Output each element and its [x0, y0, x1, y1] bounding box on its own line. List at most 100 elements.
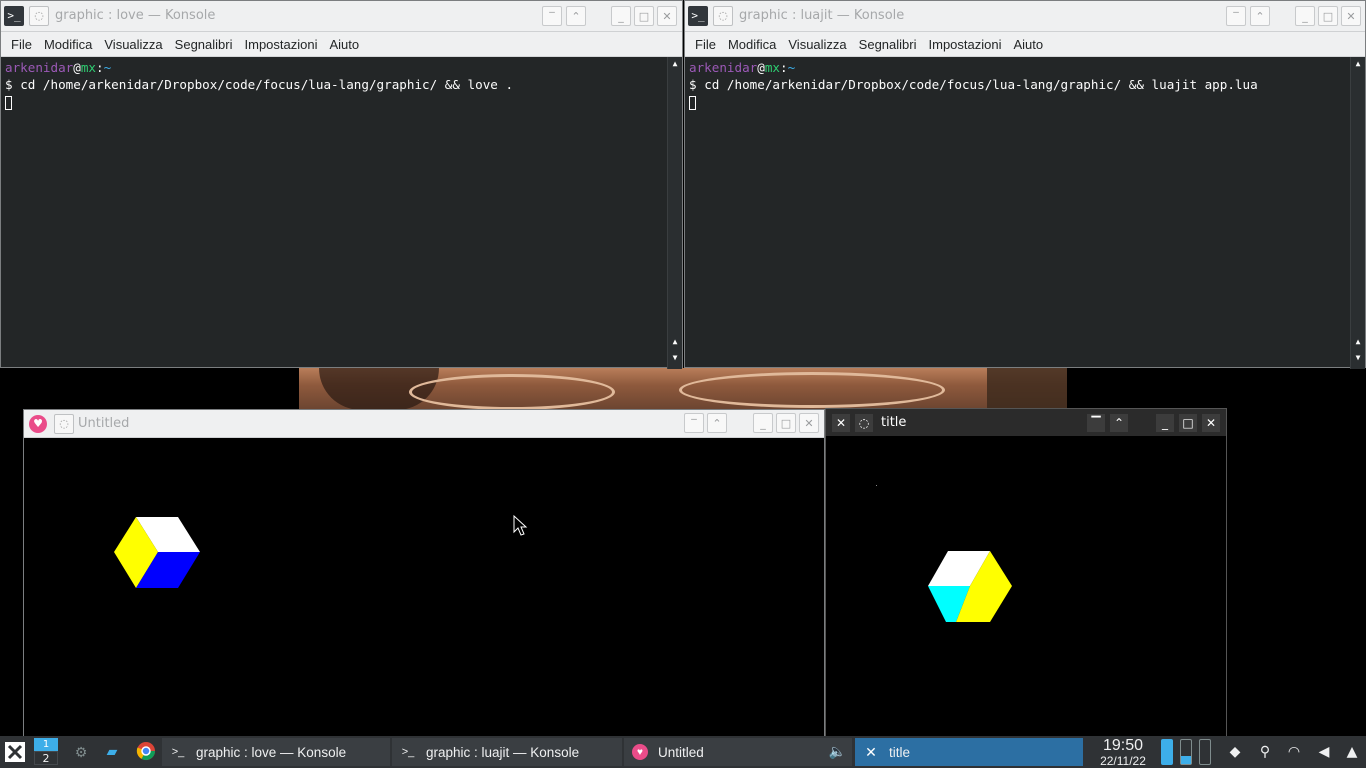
menu-bar: File Modifica Visualizza Segnalibri Impo…	[1, 32, 682, 57]
x-icon[interactable]: ✕	[832, 414, 850, 432]
menu-file[interactable]: File	[689, 37, 722, 52]
scroll-up-icon[interactable]: ▲	[670, 59, 680, 69]
terminal-icon[interactable]: >_	[688, 6, 708, 26]
maximize-button[interactable]: □	[776, 413, 796, 433]
maximize-button[interactable]: □	[1318, 6, 1338, 26]
konsole-window-love[interactable]: >_ ◌ graphic : love — Konsole ‾ ⌃ _ □ ✕ …	[0, 0, 683, 369]
command-line: $ cd /home/arkenidar/Dropbox/code/focus/…	[5, 77, 514, 92]
app-launcher-button[interactable]	[4, 738, 28, 766]
keep-below-button[interactable]: ⌃	[707, 413, 727, 433]
desktop-wallpaper	[299, 368, 1067, 410]
rotating-cube	[114, 517, 200, 588]
konsole-window-luajit[interactable]: >_ ◌ graphic : luajit — Konsole ‾ ⌃ _ □ …	[684, 0, 1366, 369]
window-title: graphic : luajit — Konsole	[739, 8, 905, 23]
love-heart-icon: ♥	[632, 744, 648, 760]
close-button[interactable]: ✕	[657, 6, 677, 26]
menu-segnalibri[interactable]: Segnalibri	[169, 37, 239, 52]
close-button[interactable]: ✕	[1202, 414, 1220, 432]
keep-below-button[interactable]: ⌃	[1110, 414, 1128, 432]
digital-clock[interactable]: 19:50 22/11/22	[1090, 737, 1156, 768]
x-launcher-icon[interactable]	[4, 741, 26, 763]
volume-icon[interactable]: ◀	[1315, 742, 1333, 762]
menu-aiuto[interactable]: Aiuto	[323, 37, 365, 52]
scrollbar[interactable]: ▲ ▲ ▼	[667, 57, 682, 369]
settings-gear-icon[interactable]: ⚙	[72, 743, 90, 763]
keep-above-icon[interactable]: ◌	[54, 414, 74, 434]
location-pin-icon[interactable]: ⚲	[1256, 742, 1274, 762]
rotating-cube	[928, 551, 1012, 622]
scroll-up-icon[interactable]: ▲	[1353, 59, 1363, 69]
task-konsole-luajit[interactable]: >_ graphic : luajit — Konsole	[392, 738, 622, 766]
text-cursor	[5, 95, 12, 110]
minimize-button[interactable]: _	[753, 413, 773, 433]
expand-tray-icon[interactable]: ▲	[1343, 742, 1361, 762]
text-cursor	[689, 95, 696, 110]
scroll-up-icon[interactable]: ▲	[670, 337, 680, 347]
shade-button[interactable]: ▔	[1087, 414, 1105, 432]
wifi-icon[interactable]: ◠	[1285, 742, 1303, 762]
keep-above-icon[interactable]: ◌	[29, 6, 49, 26]
clock-time: 19:50	[1102, 737, 1144, 754]
task-konsole-love[interactable]: >_ graphic : love — Konsole	[162, 738, 390, 766]
menu-visualizza[interactable]: Visualizza	[98, 37, 168, 52]
title-bar[interactable]: >_ ◌ graphic : luajit — Konsole ‾ ⌃ _ □ …	[685, 1, 1365, 32]
shade-button[interactable]: ‾	[542, 6, 562, 26]
file-manager-icon[interactable]: ▰	[103, 742, 121, 762]
scroll-down-icon[interactable]: ▼	[670, 353, 680, 363]
menu-file[interactable]: File	[5, 37, 38, 52]
menu-visualizza[interactable]: Visualizza	[782, 37, 852, 52]
taskbar: 1 2 ⚙ ▰ >_ graphic : love — Konsole >_ g…	[0, 736, 1366, 768]
pixel-dot	[876, 485, 877, 486]
minimize-button[interactable]: _	[1156, 414, 1174, 432]
terminal-area[interactable]: arkenidar@mx:~ $ cd /home/arkenidar/Drop…	[1, 57, 682, 369]
terminal-area[interactable]: arkenidar@mx:~ $ cd /home/arkenidar/Drop…	[685, 57, 1365, 369]
title-bar[interactable]: >_ ◌ graphic : love — Konsole ‾ ⌃ _ □ ✕	[1, 1, 682, 32]
love-heart-icon[interactable]: ♥	[29, 415, 47, 433]
menu-impostazioni[interactable]: Impostazioni	[239, 37, 324, 52]
title-bar[interactable]: ♥ ◌ Untitled ‾ ⌃ _ □ ✕	[24, 410, 824, 438]
window-title: title	[881, 415, 907, 430]
speaker-icon[interactable]: 🔈	[829, 743, 846, 760]
swap-monitor[interactable]	[1199, 739, 1211, 765]
scroll-down-icon[interactable]: ▼	[1353, 353, 1363, 363]
menu-segnalibri[interactable]: Segnalibri	[853, 37, 923, 52]
mouse-pointer-icon	[513, 514, 528, 536]
sdl-window[interactable]: ✕ ◌ title ▔ ⌃ _ □ ✕	[825, 408, 1227, 738]
menu-modifica[interactable]: Modifica	[38, 37, 98, 52]
keep-above-icon[interactable]: ◌	[855, 414, 873, 432]
close-button[interactable]: ✕	[1341, 6, 1361, 26]
keep-above-icon[interactable]: ◌	[713, 6, 733, 26]
command-line: $ cd /home/arkenidar/Dropbox/code/focus/…	[689, 77, 1258, 92]
task-title[interactable]: ✕ title	[855, 738, 1083, 766]
window-title: Untitled	[78, 416, 130, 431]
menu-modifica[interactable]: Modifica	[722, 37, 782, 52]
task-untitled[interactable]: ♥ Untitled 🔈	[624, 738, 852, 766]
x-icon: ✕	[865, 743, 877, 760]
shade-button[interactable]: ‾	[684, 413, 704, 433]
pager-desktop-1[interactable]: 1	[34, 738, 58, 751]
maximize-button[interactable]: □	[634, 6, 654, 26]
chrome-browser-icon[interactable]	[136, 741, 155, 761]
cpu-monitor[interactable]	[1161, 739, 1173, 765]
title-bar[interactable]: ✕ ◌ title ▔ ⌃ _ □ ✕	[826, 409, 1226, 436]
menu-impostazioni[interactable]: Impostazioni	[923, 37, 1008, 52]
window-title: graphic : love — Konsole	[55, 8, 216, 23]
close-button[interactable]: ✕	[799, 413, 819, 433]
terminal-icon[interactable]: >_	[4, 6, 24, 26]
keep-below-button[interactable]: ⌃	[566, 6, 586, 26]
minimize-button[interactable]: _	[611, 6, 631, 26]
clock-date: 22/11/22	[1100, 754, 1146, 768]
memory-monitor[interactable]	[1180, 739, 1192, 765]
love-window[interactable]: ♥ ◌ Untitled ‾ ⌃ _ □ ✕	[23, 409, 825, 739]
menu-bar: File Modifica Visualizza Segnalibri Impo…	[685, 32, 1365, 57]
keep-below-button[interactable]: ⌃	[1250, 6, 1270, 26]
scroll-up-icon[interactable]: ▲	[1353, 337, 1363, 347]
maximize-button[interactable]: □	[1179, 414, 1197, 432]
scrollbar[interactable]: ▲ ▲ ▼	[1350, 57, 1365, 369]
minimize-button[interactable]: _	[1295, 6, 1315, 26]
desktop-pager[interactable]: 1 2	[34, 738, 58, 766]
pager-desktop-2[interactable]: 2	[34, 751, 58, 765]
shade-button[interactable]: ‾	[1226, 6, 1246, 26]
menu-aiuto[interactable]: Aiuto	[1007, 37, 1049, 52]
dropbox-icon[interactable]: ◆	[1226, 742, 1244, 762]
